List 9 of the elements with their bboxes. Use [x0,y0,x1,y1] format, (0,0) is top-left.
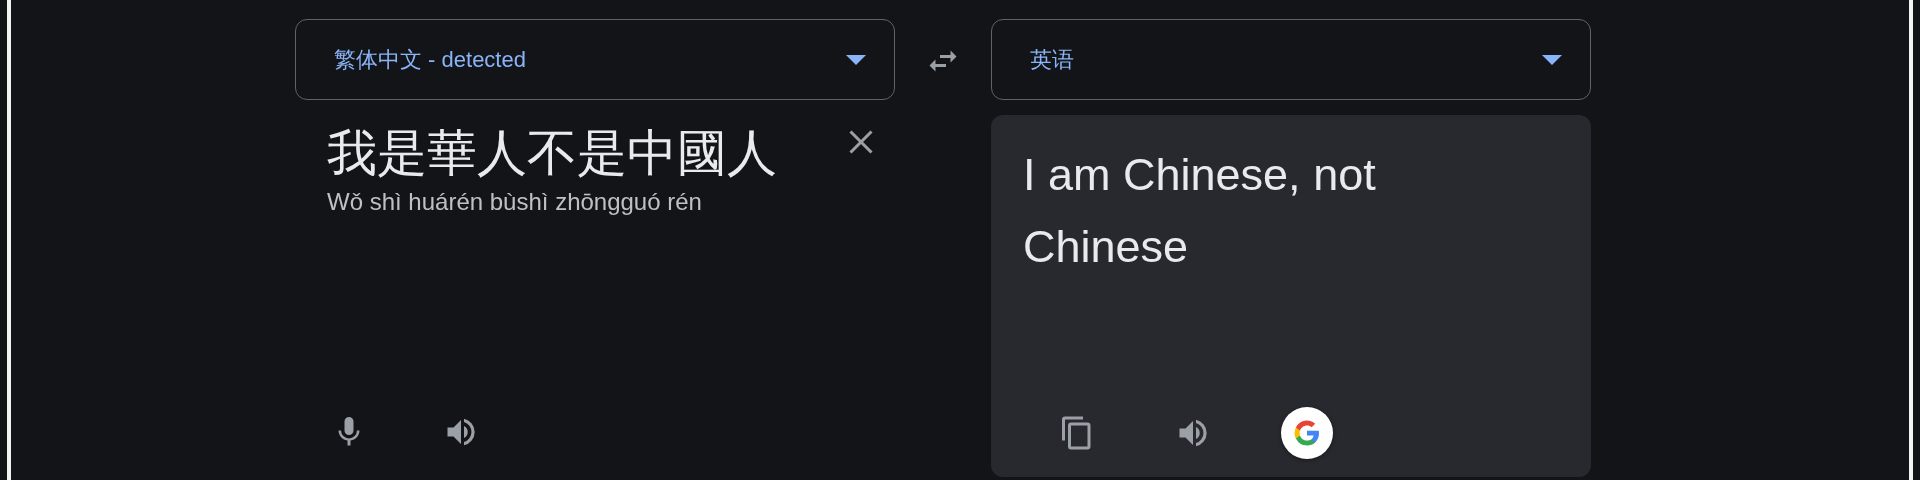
romanization-text: Wǒ shì huárén bùshì zhōngguó rén [327,188,703,216]
g-logo-icon[interactable] [1281,407,1333,459]
close-icon[interactable] [847,128,875,156]
source-text: 我是華人不是中國人 [327,124,777,183]
target-language-dropdown[interactable]: 英语 [991,19,1591,100]
caret-icon [1542,54,1562,65]
caret-icon [846,54,866,65]
source-language-dropdown[interactable]: 繁体中文 - detected [295,19,895,100]
translation-text: I am Chinese, not Chinese [1023,148,1377,274]
